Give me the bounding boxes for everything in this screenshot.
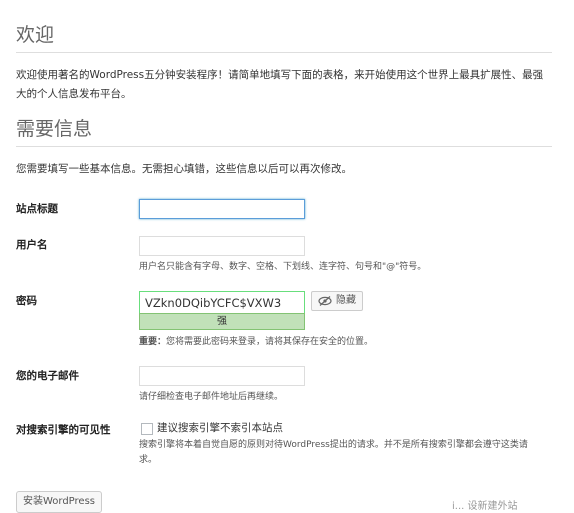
watermark: i... 设新建外站 [452,501,518,512]
visibility-checkbox-label[interactable]: 建议搜索引擎不索引本站点 [157,420,283,435]
username-hint: 用户名只能含有字母、数字、空格、下划线、连字符、句号和"@"符号。 [139,262,427,272]
welcome-text: 欢迎使用著名的WordPress五分钟安装程序！请简单地填写下面的表格，来开始使… [16,66,556,104]
hide-password-button[interactable]: 隐藏 [311,291,363,311]
search-engine-visibility-checkbox[interactable] [141,423,153,435]
email-input[interactable] [139,366,305,386]
password-strength-meter: 强 [139,313,305,330]
info-intro: 您需要填写一些基本信息。无需担心填错，这些信息以后可以再次修改。 [16,163,352,175]
password-note-text: 您将需要此密码来登录，请将其保存在安全的位置。 [166,337,374,347]
site-title-label: 站点标题 [16,203,58,215]
hide-password-label: 隐藏 [336,295,356,306]
username-label: 用户名 [16,239,48,251]
welcome-heading: 欢迎 [16,24,552,53]
visibility-hint: 搜索引擎将本着自觉自愿的原则对待WordPress提出的请求。并不是所有搜索引擎… [139,438,528,468]
info-heading: 需要信息 [16,118,552,147]
visibility-hint-line1: 搜索引擎将本着自觉自愿的原则对待WordPress提出的请求。并不是所有搜索引擎… [139,440,528,450]
site-title-input[interactable] [139,199,305,219]
eye-slash-icon [318,296,332,306]
install-wordpress-button[interactable]: 安装WordPress [16,491,102,513]
password-note-strong: 重要： [139,337,167,347]
welcome-text-line1: 欢迎使用著名的WordPress五分钟安装程序！请简单地填写下面的表格，来开始使… [16,69,544,81]
password-note: 重要：您将需要此密码来登录，请将其保存在安全的位置。 [139,335,373,350]
password-input[interactable] [139,291,305,314]
visibility-label: 对搜索引擎的可见性 [16,424,111,436]
password-label: 密码 [16,295,37,307]
visibility-hint-line2: 求。 [139,455,158,465]
username-input[interactable] [139,236,305,256]
welcome-text-line2: 大的个人信息发布平台。 [16,88,132,100]
email-hint: 请仔细检查电子邮件地址后再继续。 [139,392,284,402]
email-label: 您的电子邮件 [16,370,79,382]
